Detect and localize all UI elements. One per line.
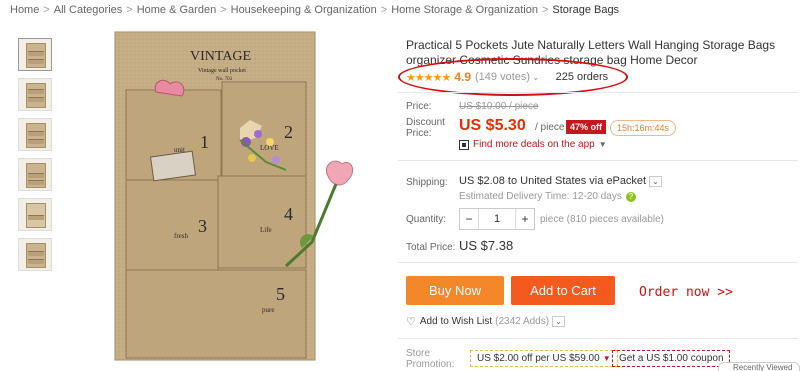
wishlist-count: (2342 Adds) <box>495 316 550 327</box>
store-promotion-label-line1: Store <box>406 348 430 359</box>
thumbnail-5[interactable] <box>18 198 52 231</box>
add-to-wishlist[interactable]: ♡ Add to Wish List (2342 Adds) ⌄ <box>406 315 565 328</box>
breadcrumb: Home > All Categories > Home & Garden > Housek… <box>10 4 619 16</box>
stock-info: piece (810 pieces available) <box>540 214 664 225</box>
heart-icon[interactable]: ♡ <box>406 315 416 328</box>
qr-code-icon <box>459 139 469 150</box>
divider <box>398 338 798 339</box>
thumbnail-1[interactable] <box>18 38 52 71</box>
thumbnail-4[interactable] <box>18 158 52 191</box>
discount-badge: 47% off <box>566 120 607 134</box>
quantity-input[interactable]: 1 <box>478 209 516 229</box>
discount-price-label-line1: Discount <box>406 117 445 128</box>
breadcrumb-separator: > <box>126 4 133 16</box>
order-now-annotation: Order now >> <box>639 285 733 300</box>
countdown-timer: 15h:16m:44s <box>610 120 677 136</box>
pocket-label-5: 5 <box>276 284 285 304</box>
wishlist-label[interactable]: Add to Wish List <box>420 316 492 327</box>
breadcrumb-separator: > <box>541 4 549 16</box>
pocket-word-4: Life <box>260 226 272 234</box>
divider <box>398 160 798 161</box>
bag-brand-text: VINTAGE <box>190 49 251 64</box>
shipping-dropdown-icon[interactable]: ⌄ <box>649 176 662 187</box>
help-icon[interactable]: ? <box>625 191 636 202</box>
pocket-label-3: 3 <box>198 216 207 236</box>
quantity-label: Quantity: <box>406 214 447 225</box>
total-price: US $7.38 <box>459 238 514 253</box>
store-promotion-label-line2: Promotion: <box>406 359 455 370</box>
quantity-increase-button[interactable]: + <box>516 212 534 226</box>
votes-caret-icon[interactable]: ⌄ <box>532 72 540 83</box>
discount-price-label: Discount Price: <box>406 117 445 139</box>
thumbnail-3[interactable] <box>18 118 52 151</box>
breadcrumb-home-garden[interactable]: Home & Garden <box>137 4 216 16</box>
app-deals-link[interactable]: Find more deals on the app ▼ <box>459 139 607 150</box>
store-discount-coupon[interactable]: US $2.00 off per US $59.00 ▼ <box>470 350 618 367</box>
delivery-estimate: Estimated Delivery Time: 12-20 days ? <box>459 191 636 202</box>
price-unit: / piece <box>535 122 565 133</box>
store-promotion-label: Store Promotion: <box>406 348 454 370</box>
breadcrumb-home-storage[interactable]: Home Storage & Organization <box>391 4 538 16</box>
thumbnail-6[interactable] <box>18 238 52 271</box>
original-price: US $10.00 / piece <box>459 101 539 112</box>
total-price-label: Total Price: <box>406 242 456 253</box>
chevron-down-icon[interactable]: ▼ <box>603 354 611 363</box>
rating-votes[interactable]: (149 votes) <box>475 71 530 83</box>
quantity-stepper: − 1 + <box>459 208 535 230</box>
thumbnail-list <box>18 38 52 278</box>
pocket-word-3: fresh <box>174 232 188 240</box>
breadcrumb-housekeeping[interactable]: Housekeeping & Organization <box>231 4 377 16</box>
breadcrumb-separator: > <box>380 4 388 16</box>
pocket-label-2: 2 <box>284 122 293 142</box>
bag-subtitle-text: Vintage wall pocket <box>198 68 246 74</box>
thumbnail-2[interactable] <box>18 78 52 111</box>
breadcrumb-all-categories[interactable]: All Categories <box>54 4 122 16</box>
shipping-text: US $2.08 to United States via ePacket <box>459 175 647 187</box>
pocket-label-1: 1 <box>200 132 209 152</box>
recently-viewed-tab[interactable]: Recently Viewed <box>718 362 800 371</box>
buy-now-button[interactable]: Buy Now <box>406 276 504 305</box>
shipping-label: Shipping: <box>406 177 448 188</box>
store-discount-text[interactable]: US $2.00 off per US $59.00 <box>477 353 600 364</box>
chevron-down-icon[interactable]: ▼ <box>599 140 607 149</box>
quantity-decrease-button[interactable]: − <box>460 212 478 226</box>
discount-price: US $5.30 <box>459 117 526 134</box>
breadcrumb-separator: > <box>43 4 50 16</box>
divider <box>398 92 798 93</box>
divider <box>398 262 798 263</box>
get-coupon-button[interactable]: Get a US $1.00 coupon <box>612 350 730 367</box>
discount-price-label-line2: Price: <box>406 128 432 139</box>
breadcrumb-separator: > <box>220 4 227 16</box>
product-main-image[interactable]: VINTAGE Vintage wall pocket No. 703 1 un… <box>90 30 380 366</box>
orders-count: 225 orders <box>555 71 609 83</box>
breadcrumb-home[interactable]: Home <box>10 4 39 16</box>
app-deals-label[interactable]: Find more deals on the app <box>473 139 595 150</box>
rating-score: 4.9 <box>454 70 471 84</box>
wishlist-dropdown-icon[interactable]: ⌄ <box>552 316 565 327</box>
pocket-label-4: 4 <box>284 204 293 224</box>
add-to-cart-button[interactable]: Add to Cart <box>511 276 615 305</box>
price-label: Price: <box>406 101 432 112</box>
pocket-word-5: pure <box>262 306 274 314</box>
breadcrumb-storage-bags[interactable]: Storage Bags <box>552 4 619 16</box>
delivery-text: Estimated Delivery Time: 12-20 days <box>459 191 622 202</box>
shipping-value: US $2.08 to United States via ePacket ⌄ <box>459 175 662 187</box>
rating-row: ★★★★★ 4.9 (149 votes) ⌄ 225 orders <box>406 70 608 84</box>
bag-code-text: No. 703 <box>216 77 233 82</box>
star-rating-icon[interactable]: ★★★★★ <box>406 71 451 84</box>
